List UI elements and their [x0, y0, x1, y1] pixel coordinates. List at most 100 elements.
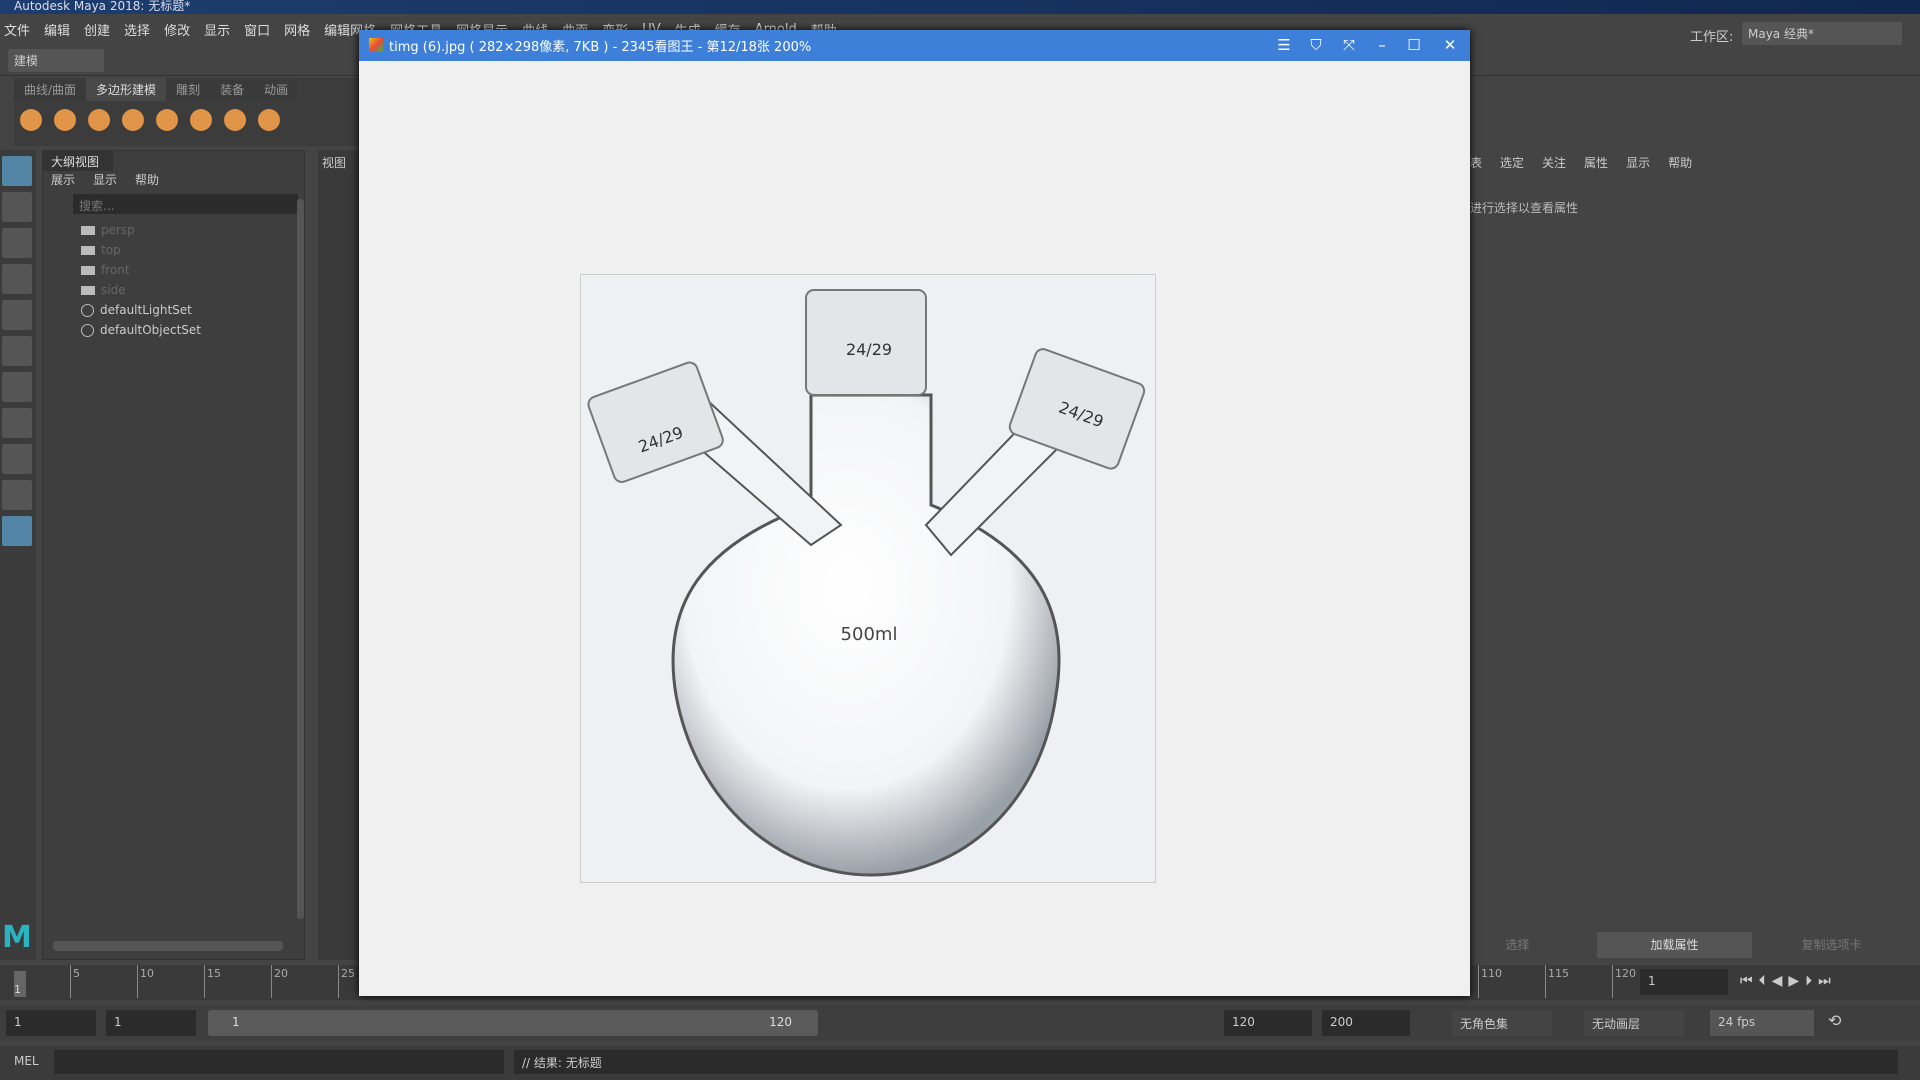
- range-end-label: 120: [769, 1015, 792, 1029]
- shelf-tab[interactable]: 曲线/曲面: [14, 78, 87, 101]
- shelf: 曲线/曲面 多边形建模 雕刻 装备 动画: [14, 78, 359, 146]
- sphere-icon[interactable]: [20, 109, 42, 131]
- outliner-layout-icon[interactable]: [2, 516, 32, 546]
- end-time-input[interactable]: 200: [1322, 1010, 1410, 1036]
- anim-layer-dropdown[interactable]: 无动画层: [1584, 1010, 1684, 1036]
- outliner-menu-item[interactable]: 帮助: [135, 173, 159, 187]
- outliner-item[interactable]: top: [43, 240, 304, 260]
- select-tool-icon[interactable]: [2, 156, 32, 186]
- command-lang[interactable]: MEL: [14, 1054, 39, 1068]
- manipulator-icon[interactable]: [2, 372, 32, 402]
- outliner-menu-item[interactable]: 展示: [51, 173, 75, 187]
- playback-controls[interactable]: ⏮⏴◀▶⏵⏭: [1740, 973, 1837, 989]
- attribute-tab[interactable]: 加载属性: [1597, 932, 1752, 958]
- shelf-tab[interactable]: 多边形建模: [86, 78, 167, 101]
- attribute-menu-item[interactable]: 帮助: [1668, 154, 1692, 171]
- outliner-item-label: persp: [101, 223, 135, 237]
- timeline-tick: 10: [137, 965, 154, 998]
- workspace-dropdown[interactable]: Maya 经典*: [1742, 22, 1902, 45]
- platonic-icon[interactable]: [258, 109, 280, 131]
- playback-end-input[interactable]: 120: [1224, 1010, 1312, 1036]
- outliner-item-label: side: [101, 283, 126, 297]
- single-view-icon[interactable]: [2, 408, 32, 438]
- character-set-dropdown[interactable]: 无角色集: [1452, 1010, 1552, 1036]
- two-view-icon[interactable]: [2, 480, 32, 510]
- menu-item[interactable]: 修改: [164, 20, 190, 39]
- menu-item[interactable]: 文件: [4, 20, 30, 39]
- menu-item[interactable]: 网格: [284, 20, 310, 39]
- menu-item[interactable]: 编辑: [44, 20, 70, 39]
- skin-icon[interactable]: ⛉: [1305, 34, 1327, 56]
- cone-icon[interactable]: [122, 109, 144, 131]
- outliner-title: 大纲视图: [43, 151, 113, 171]
- outliner-item[interactable]: front: [43, 260, 304, 280]
- attribute-menu-item[interactable]: 关注: [1542, 154, 1566, 171]
- camera-icon: [81, 285, 95, 295]
- current-frame-input[interactable]: 1: [1640, 969, 1728, 995]
- outliner-menu: 展示 显示 帮助: [43, 171, 304, 188]
- attribute-tab[interactable]: 复制选项卡: [1754, 932, 1909, 958]
- menu-item[interactable]: 创建: [84, 20, 110, 39]
- range-start-label: 1: [232, 1015, 240, 1029]
- camera-icon: [81, 265, 95, 275]
- rotate-tool-icon[interactable]: [2, 300, 32, 330]
- attribute-menu-item[interactable]: 显示: [1626, 154, 1650, 171]
- disc-icon[interactable]: [224, 109, 246, 131]
- maximize-icon[interactable]: ☐: [1403, 34, 1425, 56]
- outliner-item[interactable]: persp: [43, 220, 304, 240]
- command-line: MEL // 结果: 无标题: [0, 1046, 1920, 1080]
- window-title: Autodesk Maya 2018: 无标题*: [0, 0, 1920, 14]
- cylinder-icon[interactable]: [88, 109, 110, 131]
- move-tool-icon[interactable]: [2, 264, 32, 294]
- outliner-menu-item[interactable]: 显示: [93, 173, 117, 187]
- viewer-title-bar[interactable]: timg (6).jpg ( 282×298像素, 7KB ) - 2345看图…: [359, 30, 1470, 61]
- viewport-title: 视图: [322, 156, 347, 170]
- mode-dropdown[interactable]: 建模: [8, 49, 104, 72]
- current-frame-marker[interactable]: 1: [14, 971, 26, 997]
- fps-dropdown[interactable]: 24 fps: [1710, 1010, 1814, 1036]
- menu-item[interactable]: 显示: [204, 20, 230, 39]
- loop-icon[interactable]: ⟲: [1828, 1011, 1841, 1030]
- outliner-v-scrollbar[interactable]: [297, 199, 304, 919]
- set-icon: [81, 323, 94, 337]
- plane-icon[interactable]: [190, 109, 212, 131]
- outliner-item[interactable]: defaultLightSet: [43, 300, 304, 320]
- attribute-menu-item[interactable]: 属性: [1584, 154, 1608, 171]
- playback-start-input[interactable]: 1: [106, 1010, 196, 1036]
- outliner-panel: 大纲视图 展示 显示 帮助 搜索... persp top front side defau…: [42, 150, 305, 960]
- range-bar[interactable]: 1 120: [208, 1010, 818, 1036]
- menu-item[interactable]: 窗口: [244, 20, 270, 39]
- menu-icon[interactable]: ☰: [1273, 34, 1295, 56]
- outliner-item[interactable]: defaultObjectSet: [43, 320, 304, 340]
- fullscreen-icon[interactable]: ⤧: [1338, 34, 1360, 56]
- outliner-search-input[interactable]: 搜索...: [73, 194, 298, 214]
- torus-icon[interactable]: [156, 109, 178, 131]
- toolbox: M: [0, 150, 36, 960]
- displayed-image[interactable]: 24/29 24/29 24/29 500ml: [580, 274, 1156, 883]
- viewport-panel[interactable]: 视图: [318, 150, 360, 960]
- close-icon[interactable]: ✕: [1439, 34, 1461, 56]
- attribute-menu-item[interactable]: 表: [1470, 154, 1482, 171]
- attribute-menu-item[interactable]: 选定: [1500, 154, 1524, 171]
- attribute-tab[interactable]: 选择: [1440, 932, 1595, 958]
- minimize-icon[interactable]: –: [1371, 34, 1393, 56]
- outliner-item[interactable]: side: [43, 280, 304, 300]
- shelf-tab[interactable]: 装备: [210, 78, 255, 101]
- shelf-icons: [14, 101, 359, 134]
- shelf-tab[interactable]: 雕刻: [166, 78, 211, 101]
- maya-logo-icon: M: [2, 920, 32, 955]
- cube-icon[interactable]: [54, 109, 76, 131]
- start-time-input[interactable]: 1: [6, 1010, 96, 1036]
- outliner-h-scrollbar[interactable]: [53, 941, 283, 951]
- outliner-item-label: defaultLightSet: [100, 303, 192, 317]
- four-view-icon[interactable]: [2, 444, 32, 474]
- command-input[interactable]: [54, 1050, 504, 1074]
- viewer-app-icon: [369, 38, 383, 52]
- menu-item[interactable]: 选择: [124, 20, 150, 39]
- lasso-tool-icon[interactable]: [2, 192, 32, 222]
- scale-tool-icon[interactable]: [2, 336, 32, 366]
- paint-select-icon[interactable]: [2, 228, 32, 258]
- timeline-tick: 5: [70, 965, 80, 998]
- workspace-label: 工作区:: [1690, 30, 1734, 45]
- shelf-tab[interactable]: 动画: [254, 78, 299, 101]
